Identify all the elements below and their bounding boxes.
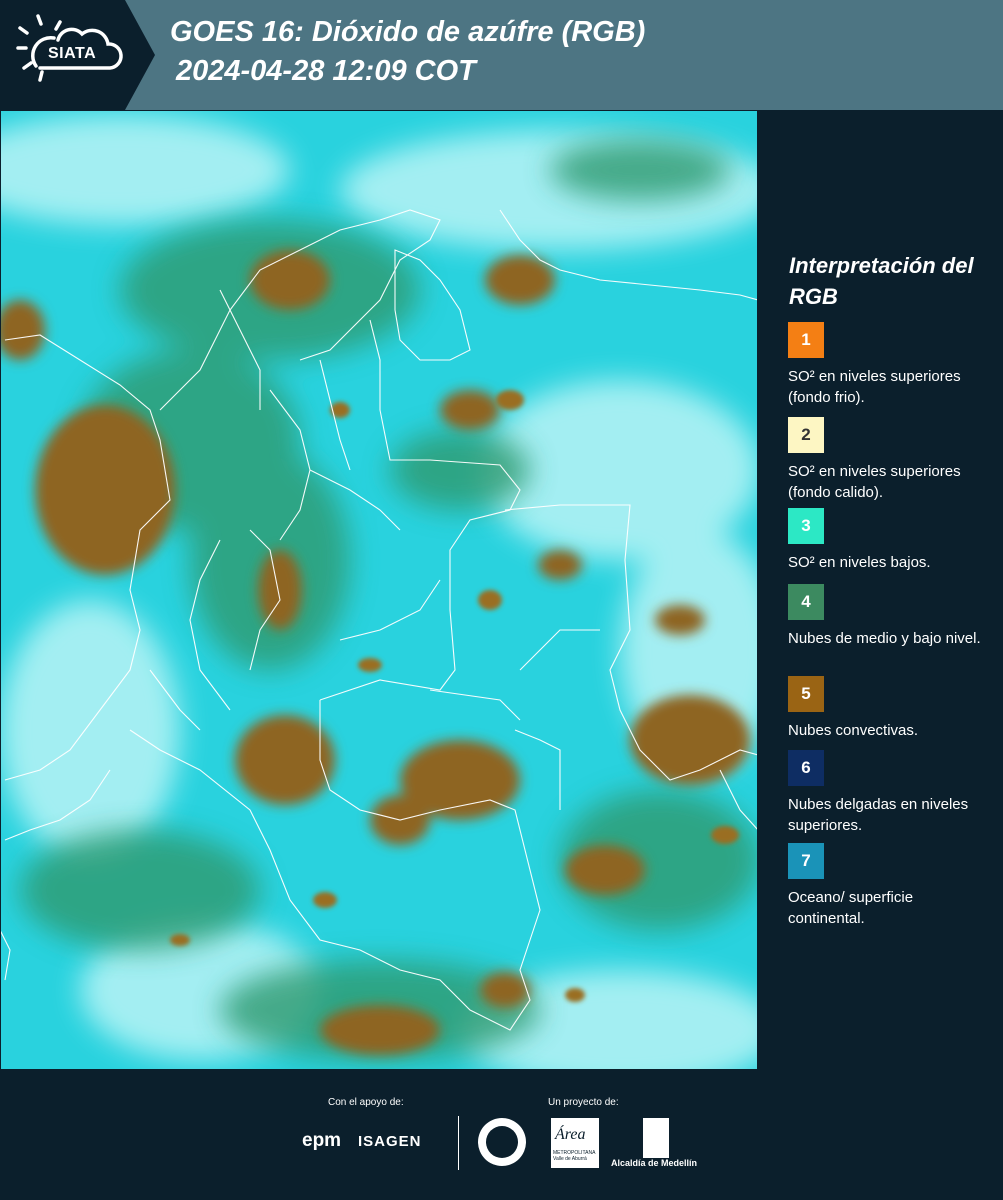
legend-swatch-2: 2 bbox=[788, 417, 824, 453]
area-metropolitana-logo: Área METROPOLITANA Valle de Aburrá bbox=[551, 1118, 599, 1168]
legend-item-5: 5 Nubes convectivas. bbox=[788, 676, 998, 741]
support-label: Con el apoyo de: bbox=[328, 1097, 404, 1108]
legend-text-4: Nubes de medio y bajo nivel. bbox=[788, 630, 981, 647]
legend-text-5: Nubes convectivas. bbox=[788, 722, 919, 739]
legend-swatch-4: 4 bbox=[788, 584, 824, 620]
legend-item-1: 1 SO² en niveles superiores (fondo frio)… bbox=[788, 322, 998, 408]
siata-logo-text: SIATA bbox=[48, 45, 97, 62]
medellin-seal-icon bbox=[478, 1118, 526, 1166]
legend-item-2: 2 SO² en niveles superiores (fondo calid… bbox=[788, 417, 998, 503]
timestamp: 2024-04-28 12:09 COT bbox=[176, 55, 476, 87]
legend-title: Interpretación del RGB bbox=[789, 253, 974, 309]
legend-text-6: Nubes delgadas en niveles superiores. bbox=[788, 796, 969, 834]
logo-panel: SIATA bbox=[0, 0, 125, 110]
epm-logo: epm bbox=[302, 1130, 342, 1151]
legend-item-4: 4 Nubes de medio y bajo nivel. bbox=[788, 584, 998, 649]
legend-item-6: 6 Nubes delgadas en niveles superiores. bbox=[788, 750, 998, 836]
logo-chevron bbox=[125, 0, 155, 110]
legend-text-1: SO² en niveles superiores (fondo frio). bbox=[788, 368, 961, 406]
page-title: GOES 16: Dióxido de azúfre (RGB) bbox=[170, 16, 646, 48]
legend-item-3: 3 SO² en niveles bajos. bbox=[788, 508, 998, 573]
project-label: Un proyecto de: bbox=[548, 1097, 619, 1108]
legend-swatch-1: 1 bbox=[788, 322, 824, 358]
legend-text-2: SO² en niveles superiores (fondo calido)… bbox=[788, 463, 961, 501]
isagen-logo: ISAGEN bbox=[358, 1133, 422, 1150]
legend-item-7: 7 Oceano/ superficie continental. bbox=[788, 843, 998, 929]
header-bar: SIATA GOES 16: Dióxido de azúfre (RGB) 2… bbox=[0, 0, 1003, 110]
legend-swatch-5: 5 bbox=[788, 676, 824, 712]
legend-text-3: SO² en niveles bajos. bbox=[788, 554, 931, 571]
area-logo-subtext: METROPOLITANA Valle de Aburrá bbox=[553, 1150, 596, 1162]
legend-swatch-7: 7 bbox=[788, 843, 824, 879]
legend-text-7: Oceano/ superficie continental. bbox=[788, 889, 914, 927]
footer: Con el apoyo de: Un proyecto de: epm ISA… bbox=[0, 1070, 1003, 1200]
legend-swatch-6: 6 bbox=[788, 750, 824, 786]
alcaldia-logo-text: Alcaldía de Medellín bbox=[611, 1158, 698, 1168]
alcaldia-emblem-icon bbox=[643, 1118, 669, 1158]
satellite-image bbox=[0, 110, 758, 1070]
legend-swatch-3: 3 bbox=[788, 508, 824, 544]
area-logo-text: Área bbox=[555, 1126, 586, 1143]
satellite-map bbox=[0, 110, 758, 1070]
footer-divider bbox=[458, 1116, 459, 1170]
legend-panel: Interpretación del RGB 1 SO² en niveles … bbox=[758, 110, 1003, 1070]
